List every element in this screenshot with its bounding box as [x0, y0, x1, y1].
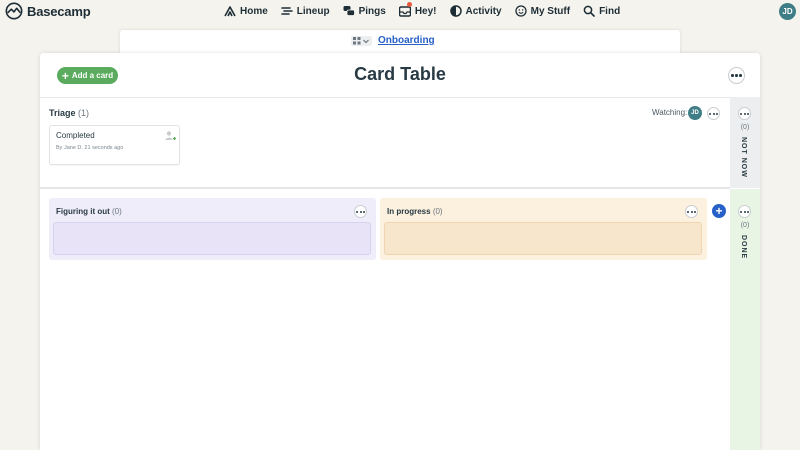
lineup-icon — [280, 7, 293, 15]
triage-card[interactable]: Completed By Jane D. 21 seconds ago — [49, 125, 180, 165]
more-icon — [709, 112, 718, 115]
column-name: Figuring it out — [56, 207, 110, 216]
more-icon — [356, 210, 365, 213]
nav-home[interactable]: Home — [224, 4, 268, 18]
triage-options-button[interactable] — [707, 107, 720, 120]
column-options-button[interactable] — [354, 205, 367, 218]
nav-pings[interactable]: Pings — [343, 4, 386, 18]
chevron-down-icon — [363, 39, 369, 43]
nav-pings-label: Pings — [358, 5, 386, 17]
user-avatar[interactable]: JD — [779, 3, 796, 20]
search-icon — [583, 5, 595, 17]
breadcrumb-project-link[interactable]: Onboarding — [378, 35, 435, 46]
add-column-button[interactable]: + — [712, 204, 726, 218]
column-count: (0) — [112, 207, 122, 216]
breadcrumb: Onboarding — [351, 35, 435, 46]
home-icon — [224, 6, 236, 17]
not-now-options-button[interactable] — [738, 107, 751, 120]
card-title: Completed — [56, 131, 95, 140]
watching-label: Watching: — [652, 108, 688, 117]
column-count: (0) — [432, 207, 443, 216]
column-options-button[interactable] — [685, 205, 698, 218]
nav-my-stuff[interactable]: My Stuff — [514, 4, 571, 18]
more-icon — [740, 112, 749, 115]
more-icon — [731, 74, 742, 77]
nav-find[interactable]: Find — [583, 4, 620, 18]
card-meta: By Jane D. 21 seconds ago — [56, 145, 124, 151]
add-card-label: Add a card — [71, 71, 114, 80]
notification-dot — [406, 2, 412, 7]
basecamp-logo[interactable]: Basecamp — [5, 2, 91, 20]
pings-icon — [343, 6, 355, 16]
smiley-icon — [514, 5, 527, 17]
top-navigation: Basecamp Home Lineup Pings Hey! Activity… — [0, 0, 800, 24]
nav-lineup-label: Lineup — [296, 5, 330, 17]
activity-icon — [449, 5, 462, 17]
app-name: Basecamp — [27, 3, 91, 19]
done-label: DONE — [740, 235, 747, 260]
column-title: In progress (0) — [387, 207, 443, 216]
project-switcher-button[interactable] — [351, 35, 372, 46]
plus-icon: + — [61, 68, 69, 83]
assign-person-icon[interactable] — [164, 130, 176, 142]
more-icon — [687, 210, 696, 213]
header-divider — [40, 97, 730, 98]
grid-icon — [353, 36, 361, 44]
main-nav: Home Lineup Pings Hey! Activity My Stuff… — [224, 2, 633, 18]
basecamp-logo-icon — [5, 2, 23, 20]
done-options-button[interactable] — [738, 205, 751, 218]
column-in-progress: In progress (0) — [380, 198, 707, 260]
column-title: Figuring it out (0) — [56, 207, 122, 216]
nav-hey[interactable]: Hey! — [398, 2, 437, 18]
page-options-button[interactable] — [728, 67, 745, 84]
more-icon — [740, 210, 749, 213]
nav-find-label: Find — [599, 5, 621, 17]
card-dropzone[interactable] — [384, 222, 702, 255]
triage-title: Triage — [49, 108, 76, 118]
triage-heading: Triage (1) — [49, 108, 89, 118]
column-figuring-it-out: Figuring it out (0) — [49, 198, 376, 260]
card-dropzone[interactable] — [53, 222, 371, 255]
not-now-count: (0) — [740, 124, 750, 131]
done-count: (0) — [740, 222, 750, 229]
watcher-avatar[interactable]: JD — [688, 106, 702, 120]
nav-hey-label: Hey! — [414, 5, 437, 17]
section-divider — [40, 187, 730, 189]
nav-lineup[interactable]: Lineup — [280, 4, 330, 18]
triage-count: (1) — [78, 108, 90, 118]
column-name: In progress — [387, 207, 431, 216]
add-card-button[interactable]: + Add a card — [57, 67, 118, 84]
not-now-label: NOT NOW — [740, 137, 747, 178]
nav-activity[interactable]: Activity — [449, 4, 502, 18]
nav-home-label: Home — [240, 5, 268, 17]
nav-activity-label: Activity — [465, 5, 502, 17]
nav-my-stuff-label: My Stuff — [530, 5, 571, 17]
page-title: Card Table — [354, 64, 446, 84]
